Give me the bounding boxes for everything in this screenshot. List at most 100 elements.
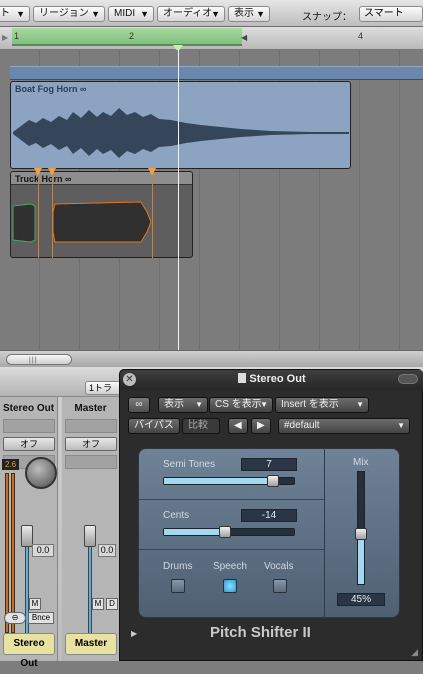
cycle-end-arrow-icon: ◀ [241,33,248,42]
menu-track-label: ト [0,8,10,19]
menu-view-label: 表示 [234,8,254,19]
menu-region-label: リージョン [39,8,89,19]
link-icon[interactable]: ⊖ [4,612,26,624]
semi-tones-value[interactable]: 7 [241,458,297,471]
menu-midi-label: MIDI [114,8,136,19]
channel-name: Stereo Out [2,403,55,414]
channel-name-tab[interactable]: Stereo Out [3,633,55,669]
speech-label: Speech [213,561,247,572]
cents-value[interactable]: -14 [241,509,297,522]
window-zoom-button[interactable] [398,374,418,384]
flex-marker[interactable] [48,168,56,176]
expand-triangle-icon[interactable]: ▶ [131,629,137,638]
slider-fill [164,478,274,484]
cycle-region[interactable] [12,28,242,46]
drums-label: Drums [163,561,193,572]
ruler-bar-number: 1 [14,31,20,41]
channel-name: Master [74,403,107,414]
bounce-button[interactable]: Bnce [28,612,54,624]
slider-handle[interactable] [355,527,367,540]
menu-track[interactable]: ト ▼ [0,6,30,22]
view-menu[interactable]: 表示 ▼ [158,397,208,413]
semi-tones-label: Semi Tones [163,459,216,470]
ruler-bar-number: 2 [129,31,135,41]
menu-region[interactable]: リージョン ▼ [33,6,105,22]
track-lane-strip[interactable] [10,66,423,80]
chevron-down-icon: ▼ [260,400,268,409]
panel-divider [324,449,325,619]
slider-handle[interactable] [219,526,232,538]
insert-menu[interactable]: Insert を表示 ▼ [275,397,369,413]
snap-label: スナップ： [302,12,352,23]
volume-fader[interactable] [84,525,96,547]
input-off-button[interactable]: オフ [3,437,55,451]
speech-mode-toggle[interactable] [223,579,237,593]
chevron-down-icon: ▼ [397,421,405,430]
mute-button[interactable]: M [92,598,104,610]
flex-marker[interactable] [34,168,42,176]
chevron-down-icon: ▼ [356,400,364,409]
compare-button[interactable]: 比較 [182,418,220,434]
flex-line [152,176,153,258]
cents-label: Cents [163,510,190,521]
mix-value[interactable]: 45% [337,593,385,606]
ruler-left-arrow-icon: ▶ [2,33,9,42]
plugin-window: ✕ Stereo Out ∞ 表示 ▼ CS を表示 ▼ Insert を表示 ▼ バ… [119,369,423,661]
snap-select[interactable]: スマート [359,6,423,22]
bypass-button[interactable]: バイパス [128,418,180,434]
preset-menu[interactable]: #default ▼ [278,418,410,434]
peak-level-readout: 2.6 [2,459,19,470]
audio-region-boat-fog-horn[interactable]: Boat Fog Horn ∞ [10,81,351,169]
flex-line [52,176,53,258]
menu-midi[interactable]: MIDI ▼ [108,6,154,22]
insert-slot[interactable] [3,419,55,433]
flex-line [38,176,39,258]
volume-readout: 0.0 [98,544,116,557]
ruler-bar-number: 4 [358,31,364,41]
send-slot[interactable] [65,455,117,469]
insert-slot[interactable] [65,419,117,433]
chevron-down-icon: ▼ [256,9,265,19]
preset-name: #default [284,420,320,431]
horizontal-scrollbar[interactable]: ||| [0,350,423,367]
vocals-mode-toggle[interactable] [273,579,287,593]
semi-tones-slider[interactable] [163,475,295,487]
slider-handle[interactable] [267,475,280,487]
plugin-name: Pitch Shifter II [210,624,311,641]
mix-slider[interactable] [355,471,367,585]
insert-menu-label: Insert を表示 [281,399,339,410]
menu-audio[interactable]: オーディオ ▼ [157,6,225,22]
pitch-shifter-panel: Semi Tones 7 Cents -14 Drums Speech Voca… [138,448,400,619]
mute-button[interactable]: M [29,598,41,610]
panel-divider [139,499,324,500]
plugin-titlebar[interactable]: ✕ Stereo Out [120,370,423,390]
scroll-thumb[interactable]: ||| [6,354,72,365]
mix-label: Mix [353,457,369,468]
drums-mode-toggle[interactable] [171,579,185,593]
cents-slider[interactable] [163,526,295,538]
flex-marker[interactable] [148,168,156,176]
panel-divider [139,549,324,550]
playhead-line[interactable] [178,50,179,350]
level-meter-right [11,473,15,633]
grip-icon: ||| [29,357,38,364]
channel-name-tab[interactable]: Master [65,633,117,655]
channel-strip-master: Master オフ 0.0 M D Master [62,397,120,661]
slider-fill [358,533,364,584]
slider-fill [164,529,226,535]
volume-readout: 0.0 [32,544,54,557]
link-icon[interactable]: ∞ [128,397,150,413]
view-menu-label: 表示 [164,399,184,410]
previous-preset-button[interactable]: ◀ [228,418,248,434]
next-preset-button[interactable]: ▶ [251,418,271,434]
cs-menu-label: CS を表示 [215,399,262,410]
pan-knob[interactable] [25,457,57,489]
input-off-button[interactable]: オフ [65,437,117,451]
plugin-title-text: Stereo Out [249,373,306,385]
menu-view[interactable]: 表示 ▼ [228,6,270,22]
resize-grip-icon[interactable]: ◢ [411,647,418,658]
dim-button[interactable]: D [106,598,118,610]
waveform [13,108,349,158]
chevron-down-icon: ▼ [16,9,25,19]
cs-menu[interactable]: CS を表示 ▼ [209,397,273,413]
